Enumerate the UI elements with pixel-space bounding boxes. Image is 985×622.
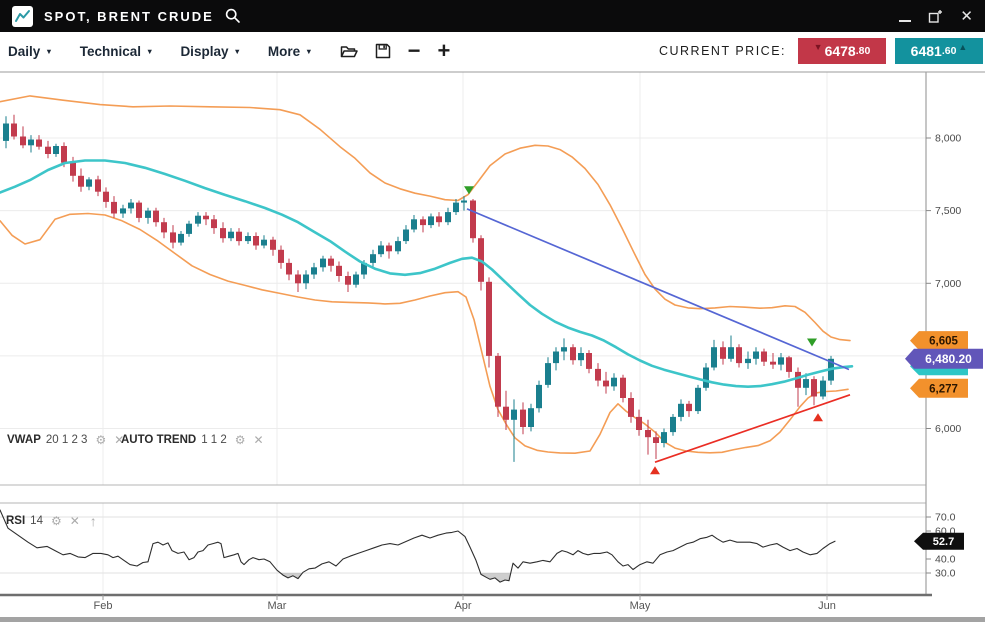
minimize-icon: [899, 20, 911, 22]
rsi-indicator: [0, 510, 835, 582]
window-title: SPOT, BRENT CRUDE: [44, 9, 214, 24]
vwap-legend: VWAP 20 1 2 3 ⚙ ✕: [7, 434, 124, 446]
close-button[interactable]: ✕: [960, 0, 973, 32]
svg-text:Apr: Apr: [454, 600, 471, 612]
menu-display[interactable]: Display ▼: [180, 44, 240, 59]
settings-gear-icon[interactable]: ⚙: [235, 434, 246, 446]
close-icon: ✕: [960, 9, 973, 24]
auto-trend-legend-params: 1 1 2: [201, 434, 227, 446]
rsi-legend-params: 14: [30, 515, 43, 527]
svg-text:Feb: Feb: [94, 600, 113, 612]
chevron-down-icon: ▼: [146, 47, 153, 56]
auto-trend-legend-label: AUTO TREND: [121, 434, 196, 446]
expand-arrow-up-icon[interactable]: ↑: [90, 514, 97, 528]
remove-indicator-icon[interactable]: ✕: [70, 515, 80, 527]
ask-price-decimals: .60: [942, 45, 957, 57]
popout-icon: [928, 9, 943, 24]
chevron-down-icon: ▼: [305, 47, 312, 56]
current-price-label: CURRENT PRICE:: [659, 44, 786, 58]
svg-text:30.0: 30.0: [935, 568, 956, 580]
grid-layer: [0, 72, 926, 595]
arrow-up-icon: ▲: [958, 43, 967, 52]
menu-technical[interactable]: Technical ▼: [80, 44, 154, 59]
svg-text:May: May: [630, 600, 651, 612]
bollinger-bands: [0, 96, 850, 453]
svg-text:52.7: 52.7: [933, 536, 954, 548]
vwap-legend-params: 20 1 2 3: [46, 434, 88, 446]
search-icon[interactable]: [225, 8, 241, 24]
menu-more[interactable]: More ▼: [268, 44, 313, 59]
settings-gear-icon[interactable]: ⚙: [51, 515, 62, 527]
svg-text:6,000: 6,000: [935, 423, 961, 435]
panel-borders: [0, 72, 985, 622]
svg-text:7,000: 7,000: [935, 278, 961, 290]
bid-price-decimals: .80: [856, 45, 871, 57]
rsi-legend: RSI 14 ⚙ ✕ ↑: [6, 514, 97, 528]
svg-text:40.0: 40.0: [935, 554, 956, 566]
svg-text:6,605: 6,605: [929, 336, 958, 348]
minimize-button[interactable]: [899, 0, 911, 32]
toolbar: Daily ▼ Technical ▼ Display ▼ More ▼: [0, 32, 985, 70]
minus-icon: −: [408, 41, 421, 61]
save-button[interactable]: [375, 43, 391, 59]
titlebar: SPOT, BRENT CRUDE ✕: [0, 0, 985, 32]
menu-technical-label: Technical: [80, 44, 141, 59]
menu-daily-label: Daily: [8, 44, 40, 59]
bid-badge: ▼ 6478 .80: [798, 38, 886, 64]
open-folder-icon: [340, 44, 358, 59]
svg-text:Jun: Jun: [818, 600, 836, 612]
ask-badge: 6481 .60 ▲: [895, 38, 983, 64]
chevron-down-icon: ▼: [233, 47, 240, 56]
auto-trend-legend: AUTO TREND 1 1 2 ⚙ ✕: [121, 434, 264, 446]
app-window: 8,0007,5007,0006,5006,00070.060.050.040.…: [0, 0, 985, 622]
rsi-legend-label: RSI: [6, 515, 25, 527]
time-axis: Feb Mar Apr May Jun: [94, 595, 836, 612]
svg-text:70.0: 70.0: [935, 512, 956, 524]
menu-display-label: Display: [180, 44, 228, 59]
app-logo-icon: [12, 6, 33, 27]
menu-more-label: More: [268, 44, 300, 59]
svg-text:6,480.20: 6,480.20: [925, 352, 972, 366]
svg-text:7,500: 7,500: [935, 205, 961, 217]
remove-indicator-icon[interactable]: ✕: [254, 434, 264, 446]
zoom-in-button[interactable]: +: [437, 41, 450, 61]
current-price-section: CURRENT PRICE: ▼ 6478 .80 6481 .60 ▲: [659, 38, 983, 64]
menu-daily[interactable]: Daily ▼: [8, 44, 53, 59]
bid-price: 6478: [825, 43, 856, 59]
vwap-legend-label: VWAP: [7, 434, 41, 446]
settings-gear-icon[interactable]: ⚙: [95, 434, 106, 446]
arrow-down-icon: ▼: [814, 43, 823, 52]
popout-button[interactable]: [928, 0, 943, 32]
plus-icon: +: [437, 41, 450, 61]
chevron-down-icon: ▼: [45, 47, 52, 56]
open-file-button[interactable]: [340, 44, 358, 59]
ask-price: 6481: [911, 43, 942, 59]
chart-canvas[interactable]: 8,0007,5007,0006,5006,00070.060.050.040.…: [0, 0, 985, 622]
svg-text:8,000: 8,000: [935, 133, 961, 145]
zoom-out-button[interactable]: −: [408, 41, 421, 61]
candles-layer: [3, 115, 834, 462]
save-icon: [375, 43, 391, 59]
svg-text:6,277: 6,277: [929, 383, 958, 395]
svg-text:Mar: Mar: [268, 600, 287, 612]
bottom-edge-strip: [0, 617, 985, 622]
